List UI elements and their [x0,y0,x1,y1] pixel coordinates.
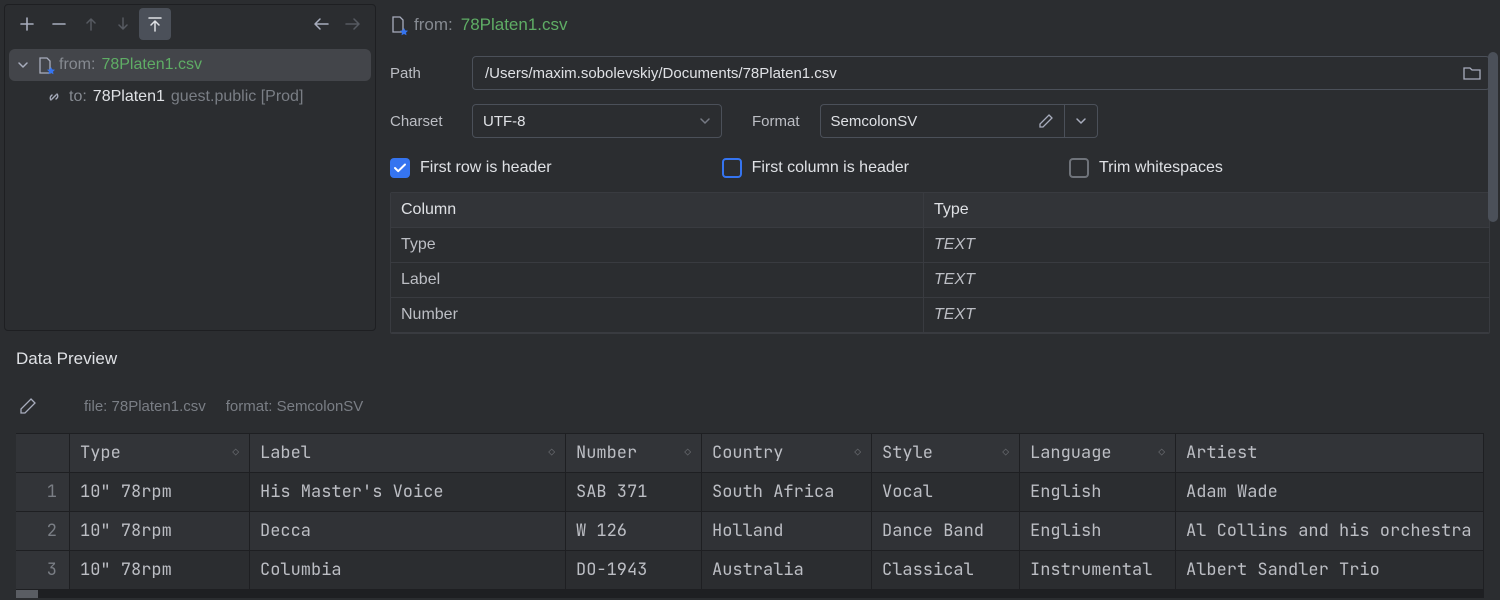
format-dropdown-button[interactable] [1064,104,1098,138]
sort-icon: ◇ [232,448,239,459]
source-filename: 78Platen1.csv [101,56,202,74]
first-row-header-checkbox[interactable]: First row is header [390,158,552,178]
column-row[interactable]: Label TEXT [391,263,1489,298]
grid-corner [16,434,70,472]
path-input[interactable]: /Users/maxim.sobolevskiy/Documents/78Pla… [472,56,1490,90]
sort-icon: ◇ [854,448,861,459]
vertical-scrollbar[interactable] [1488,52,1498,222]
column-row[interactable]: Number TEXT [391,298,1489,333]
header-filename: 78Platen1.csv [461,15,568,35]
sort-icon: ◇ [1158,448,1165,459]
path-label: Path [390,65,472,82]
sort-icon: ◇ [548,448,555,459]
target-name: 78Platen1 [93,88,165,106]
checkbox-unchecked-icon [1069,158,1089,178]
sort-icon: ◇ [1002,448,1009,459]
format-select[interactable]: SemcolonSV [820,104,1064,138]
col-header[interactable]: Artiest [1176,434,1484,472]
columns-header-name: Column [391,193,924,228]
file-icon [390,16,406,34]
charset-select[interactable]: UTF-8 [472,104,722,138]
charset-value: UTF-8 [483,113,526,130]
col-header[interactable]: Type◇ [70,434,250,472]
mapping-tree: from: 78Platen1.csv to: 78Platen1 guest.… [5,43,375,119]
grid-row[interactable]: 2 10" 78rpm Decca W 126 Holland Dance Ba… [16,512,1484,551]
grid-row[interactable]: 1 10" 78rpm His Master's Voice SAB 371 S… [16,473,1484,512]
row-number: 3 [16,551,70,589]
format-label: Format [752,113,800,130]
file-icon [37,57,53,73]
move-down-button [107,8,139,40]
trim-label: Trim whitespaces [1099,159,1223,177]
first-row-label: First row is header [420,159,552,177]
sort-icon: ◇ [684,448,691,459]
back-button[interactable] [305,8,337,40]
data-grid: Type◇ Label◇ Number◇ Country◇ Style◇ Lan… [16,433,1484,598]
edit-button[interactable] [16,394,40,418]
add-button[interactable] [11,8,43,40]
data-preview-title: Data Preview [16,349,1484,369]
grid-row[interactable]: 3 10" 78rpm Columbia DO-1943 Australia C… [16,551,1484,590]
row-number: 2 [16,512,70,550]
target-prefix: to: [69,88,87,106]
mappings-panel: from: 78Platen1.csv to: 78Platen1 guest.… [4,4,376,331]
link-icon [45,88,63,106]
chevron-down-icon [699,115,711,127]
format-value: SemcolonSV [831,113,918,130]
move-up-button [75,8,107,40]
column-row[interactable]: Type TEXT [391,228,1489,263]
toolbar [5,5,375,43]
header-prefix: from: [414,15,453,35]
columns-header-type: Type [924,193,1489,228]
source-node[interactable]: from: 78Platen1.csv [9,49,371,81]
charset-label: Charset [390,113,472,130]
pencil-icon[interactable] [1038,113,1054,129]
columns-table: Column Type Type TEXT Label TEXT Number … [390,192,1490,334]
preview-file-label: file: 78Platen1.csv [84,398,206,415]
first-column-header-checkbox[interactable]: First column is header [722,158,909,178]
checkbox-checked-icon [390,158,410,178]
remove-button[interactable] [43,8,75,40]
data-preview-panel: Data Preview file: 78Platen1.csv format:… [0,335,1500,600]
path-value: /Users/maxim.sobolevskiy/Documents/78Pla… [485,65,837,82]
target-suffix: guest.public [Prod] [171,88,304,106]
first-col-label: First column is header [752,159,909,177]
details-header: from: 78Platen1.csv [390,8,1490,42]
folder-icon[interactable] [1463,65,1481,81]
col-header[interactable]: Number◇ [566,434,702,472]
horizontal-scrollbar[interactable] [16,590,1484,598]
col-header[interactable]: Language◇ [1020,434,1176,472]
row-number: 1 [16,473,70,511]
target-node[interactable]: to: 78Platen1 guest.public [Prod] [37,81,371,113]
trim-whitespaces-checkbox[interactable]: Trim whitespaces [1069,158,1223,178]
import-action-button[interactable] [139,8,171,40]
checkbox-unchecked-icon [722,158,742,178]
chevron-down-icon [17,59,31,71]
source-prefix: from: [59,56,95,74]
preview-format-label: format: SemcolonSV [226,398,364,415]
forward-button [337,8,369,40]
grid-header-row: Type◇ Label◇ Number◇ Country◇ Style◇ Lan… [16,433,1484,473]
col-header[interactable]: Label◇ [250,434,566,472]
details-panel: from: 78Platen1.csv Path /Users/maxim.so… [380,0,1500,335]
col-header[interactable]: Country◇ [702,434,872,472]
col-header[interactable]: Style◇ [872,434,1020,472]
